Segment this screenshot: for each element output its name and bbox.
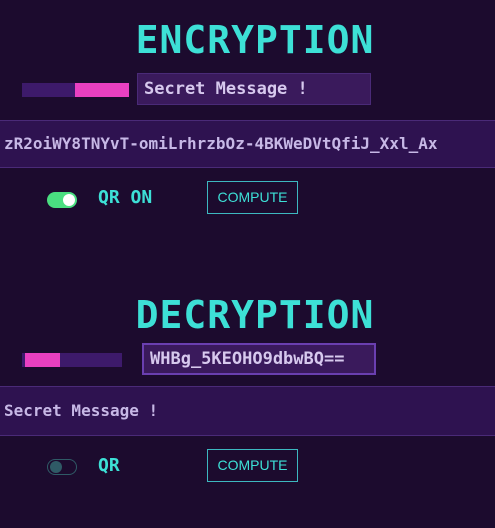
encryption-slider-thumb[interactable] (75, 83, 129, 97)
encryption-qr-toggle[interactable] (47, 192, 77, 208)
decryption-qr-label: QR (98, 455, 120, 476)
encryption-compute-button[interactable]: COMPUTE (207, 181, 298, 214)
decryption-qr-toggle[interactable] (47, 459, 77, 475)
decryption-output: Secret Message ! (0, 386, 495, 436)
decryption-slider-thumb[interactable] (25, 353, 60, 367)
encryption-qr-label: QR ON (98, 187, 153, 208)
decryption-message-input[interactable]: WHBg_5KEOHO9dbwBQ== (142, 343, 376, 375)
encryption-title: ENCRYPTION (135, 18, 375, 62)
decryption-compute-button[interactable]: COMPUTE (207, 449, 298, 482)
decryption-title: DECRYPTION (135, 293, 375, 337)
encryption-output: zR2oiWY8TNYvT-omiLrhrzbOz-4BKWeDVtQfiJ_X… (0, 120, 495, 168)
toggle-knob (50, 461, 62, 473)
encryption-key-slider[interactable] (22, 83, 129, 97)
encryption-message-input[interactable]: Secret Message ! (137, 73, 371, 105)
decryption-key-slider[interactable] (22, 353, 122, 367)
toggle-knob (63, 194, 75, 206)
